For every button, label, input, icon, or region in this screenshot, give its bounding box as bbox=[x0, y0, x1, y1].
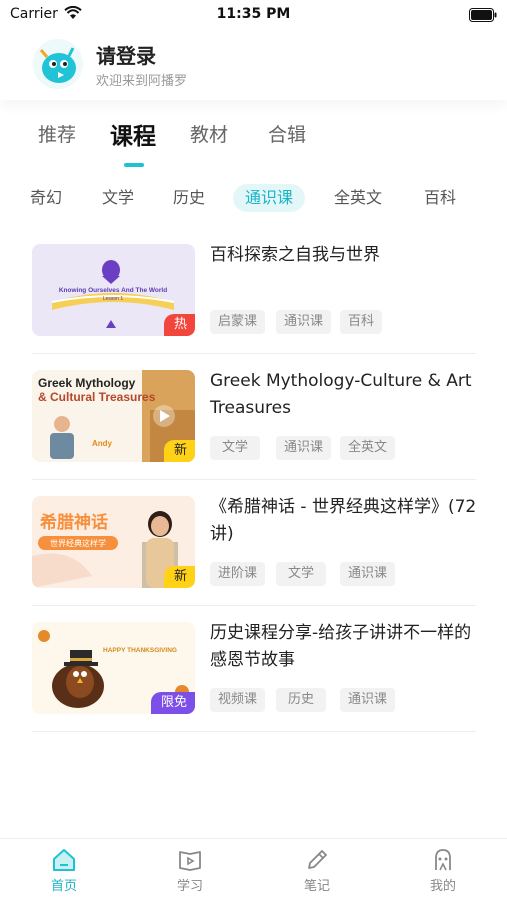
thumb-presenter: Andy bbox=[92, 439, 113, 448]
course-title[interactable]: Greek Mythology-Culture & Art Treasures bbox=[210, 368, 480, 422]
course-tag: 启蒙课 bbox=[210, 310, 266, 334]
clock-time: 11:35 PM bbox=[216, 6, 291, 22]
course-tag: 通识课 bbox=[340, 688, 396, 712]
home-icon bbox=[53, 849, 75, 871]
thumb-subtitle: 世界经典这样学 bbox=[50, 538, 106, 548]
profile-icon bbox=[435, 849, 451, 871]
thumb-title: HAPPY THANKSGIVING bbox=[103, 647, 177, 654]
course-tag: 进阶课 bbox=[210, 562, 266, 586]
course-tag: 通识课 bbox=[276, 436, 332, 460]
new-badge: 新 bbox=[163, 566, 195, 588]
course-tag: 视频课 bbox=[210, 688, 266, 712]
course-tag: 通识课 bbox=[276, 310, 332, 334]
status-bar: Carrier 11:35 PM bbox=[0, 0, 507, 30]
course-title[interactable]: 《希腊神话 - 世界经典这样学》(72讲) bbox=[210, 494, 480, 548]
course-tag: 文学 bbox=[210, 436, 261, 460]
course-thumbnail: Greek Mythology & Cultural Treasures And… bbox=[32, 370, 195, 462]
nav-home-label: 首页 bbox=[50, 879, 77, 894]
course-tag: 历史 bbox=[276, 688, 327, 712]
course-card[interactable]: Greek Mythology & Cultural Treasures And… bbox=[32, 354, 476, 480]
nav-notes[interactable]: 笔记 bbox=[287, 847, 347, 894]
course-tag: 文学 bbox=[276, 562, 327, 586]
nav-profile[interactable]: 我的 bbox=[413, 847, 473, 894]
course-title[interactable]: 历史课程分享-给孩子讲讲不一样的感恩节故事 bbox=[210, 620, 480, 674]
category-history[interactable]: 历史 bbox=[173, 184, 205, 212]
course-thumbnail: HAPPY THANKSGIVING 限免 bbox=[32, 622, 195, 714]
hot-badge: 热 bbox=[163, 314, 195, 336]
tab-textbooks[interactable]: 教材 bbox=[190, 120, 228, 147]
free-badge: 限免 bbox=[150, 692, 195, 714]
course-thumbnail: Knowing Ourselves And The World Lesson 1… bbox=[32, 244, 195, 336]
bottom-nav: 首页 学习 笔记 我的 bbox=[0, 838, 507, 900]
course-title[interactable]: 百科探索之自我与世界 bbox=[210, 242, 480, 269]
course-tag: 全英文 bbox=[340, 436, 396, 460]
category-tabs: 奇幻 文学 历史 通识课 全英文 百科 bbox=[0, 180, 507, 214]
nav-study-label: 学习 bbox=[176, 879, 203, 894]
active-tab-indicator bbox=[124, 163, 144, 167]
tab-courses[interactable]: 课程 bbox=[110, 117, 156, 151]
thumb-subtitle: Lesson 1 bbox=[103, 296, 124, 302]
nav-notes-label: 笔记 bbox=[303, 879, 330, 894]
mascot-icon bbox=[33, 39, 83, 89]
thumb-title: 希腊神话 bbox=[40, 512, 108, 533]
course-thumbnail: 希腊神话 世界经典这样学 新 bbox=[32, 496, 195, 588]
course-card[interactable]: 希腊神话 世界经典这样学 新 《希腊神话 - 世界经典这样学》(72讲) 进阶课… bbox=[32, 480, 476, 606]
battery-icon bbox=[469, 7, 497, 26]
category-general[interactable]: 通识课 bbox=[233, 184, 306, 212]
course-card[interactable]: HAPPY THANKSGIVING 限免 历史课程分享-给孩子讲讲不一样的感恩… bbox=[32, 606, 476, 732]
tab-recommend[interactable]: 推荐 bbox=[38, 120, 76, 147]
course-tag: 通识课 bbox=[340, 562, 396, 586]
welcome-subtitle: 欢迎来到阿播罗 bbox=[96, 74, 188, 89]
nav-profile-label: 我的 bbox=[429, 879, 456, 894]
nav-home[interactable]: 首页 bbox=[34, 847, 94, 894]
thumb-subtitle: & Cultural Treasures bbox=[38, 390, 156, 404]
thumb-title: Knowing Ourselves And The World bbox=[59, 287, 167, 294]
category-encyclopedia[interactable]: 百科 bbox=[424, 184, 456, 212]
category-fantasy[interactable]: 奇幻 bbox=[30, 184, 62, 212]
category-all-english[interactable]: 全英文 bbox=[334, 184, 382, 212]
login-title[interactable]: 请登录 bbox=[96, 40, 156, 69]
avatar[interactable] bbox=[32, 38, 84, 90]
play-book-icon bbox=[179, 851, 201, 871]
pencil-icon bbox=[308, 850, 327, 869]
tab-collections[interactable]: 合辑 bbox=[268, 120, 306, 147]
new-badge: 新 bbox=[163, 440, 195, 462]
category-literature[interactable]: 文学 bbox=[102, 184, 134, 212]
course-tag: 百科 bbox=[340, 310, 383, 334]
login-header[interactable]: 请登录 欢迎来到阿播罗 bbox=[0, 30, 507, 100]
nav-study[interactable]: 学习 bbox=[160, 847, 220, 894]
course-card[interactable]: Knowing Ourselves And The World Lesson 1… bbox=[32, 228, 476, 354]
thumb-title: Greek Mythology bbox=[38, 376, 136, 390]
